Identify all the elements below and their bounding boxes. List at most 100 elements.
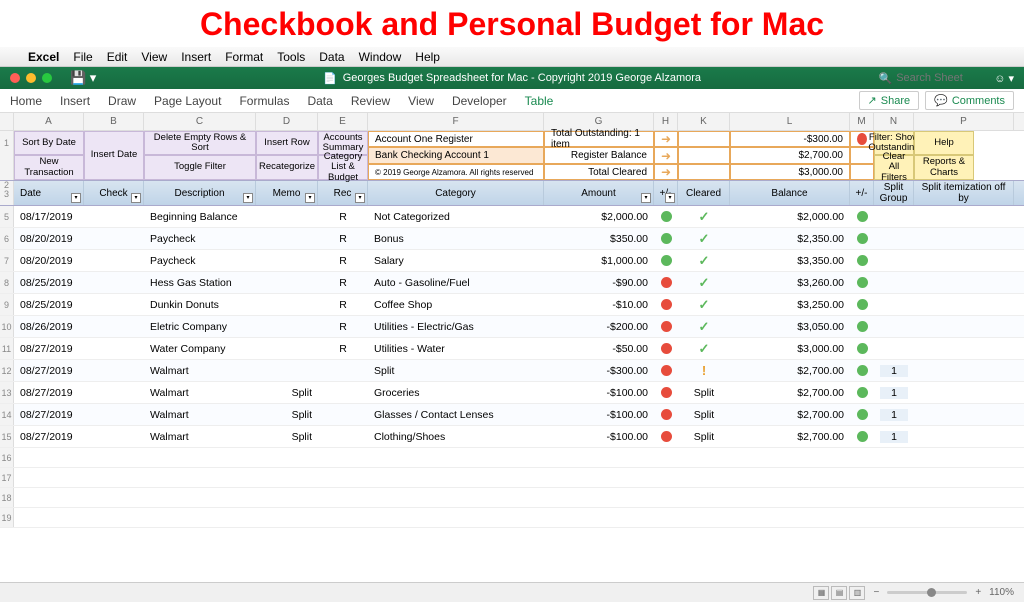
th-description[interactable]: Description▾ — [144, 181, 256, 205]
filter-icon[interactable]: ▾ — [355, 193, 365, 203]
maximize-window-button[interactable] — [42, 73, 52, 83]
cell-category[interactable]: Clothing/Shoes — [368, 426, 544, 447]
th-pm2[interactable]: +/- — [850, 181, 874, 205]
cell-split-item[interactable] — [914, 382, 1014, 403]
cell-split-item[interactable] — [914, 316, 1014, 337]
cell-category[interactable]: Split — [368, 360, 544, 381]
table-row[interactable]: 11 08/27/2019 Water Company R Utilities … — [0, 338, 1024, 360]
col-K[interactable]: K — [678, 113, 730, 130]
tab-page-layout[interactable]: Page Layout — [154, 94, 221, 108]
cell-description[interactable]: Walmart — [144, 382, 256, 403]
cell-check[interactable] — [84, 316, 144, 337]
cell-rec[interactable]: R — [318, 228, 368, 249]
cell-description[interactable]: Paycheck — [144, 228, 256, 249]
cell-description[interactable]: Walmart — [144, 426, 256, 447]
cell-amount[interactable]: -$90.00 — [544, 272, 654, 293]
cell-split-group[interactable] — [874, 338, 914, 359]
cell-category[interactable]: Not Categorized — [368, 206, 544, 227]
cell-date[interactable]: 08/26/2019 — [14, 316, 84, 337]
menu-edit[interactable]: Edit — [107, 50, 128, 64]
cell-description[interactable]: Walmart — [144, 404, 256, 425]
cell-rec[interactable]: R — [318, 316, 368, 337]
cell-amount[interactable]: $1,000.00 — [544, 250, 654, 271]
cell-category[interactable]: Coffee Shop — [368, 294, 544, 315]
page-break-view-icon[interactable]: ▥ — [849, 586, 865, 600]
cell-memo[interactable] — [256, 338, 318, 359]
cell-rec[interactable] — [318, 426, 368, 447]
cell-balance[interactable]: $3,260.00 — [730, 272, 850, 293]
filter-icon[interactable]: ▾ — [131, 193, 141, 203]
cell-balance[interactable]: $2,000.00 — [730, 206, 850, 227]
toggle-filter-button[interactable]: Toggle Filter — [144, 155, 256, 180]
tab-home[interactable]: Home — [10, 94, 42, 108]
cell-split-group[interactable] — [874, 250, 914, 271]
table-row[interactable]: 7 08/20/2019 Paycheck R Salary $1,000.00… — [0, 250, 1024, 272]
cell-split-item[interactable] — [914, 426, 1014, 447]
table-row[interactable]: 5 08/17/2019 Beginning Balance R Not Cat… — [0, 206, 1024, 228]
cell-memo[interactable] — [256, 272, 318, 293]
filter-icon[interactable]: ▾ — [641, 193, 651, 203]
cell-date[interactable]: 08/17/2019 — [14, 206, 84, 227]
cell-split-group[interactable] — [874, 206, 914, 227]
cell-balance[interactable]: $2,700.00 — [730, 360, 850, 381]
cell-rec[interactable]: R — [318, 272, 368, 293]
cell-memo[interactable]: Split — [256, 382, 318, 403]
cell-date[interactable]: 08/27/2019 — [14, 426, 84, 447]
empty-row[interactable]: 19 — [0, 508, 1024, 528]
cell-description[interactable]: Beginning Balance — [144, 206, 256, 227]
cell-date[interactable]: 08/20/2019 — [14, 250, 84, 271]
cell-balance[interactable]: $3,050.00 — [730, 316, 850, 337]
reports-charts-button[interactable]: Reports & Charts — [914, 155, 974, 180]
cell-description[interactable]: Hess Gas Station — [144, 272, 256, 293]
menu-tools[interactable]: Tools — [277, 50, 305, 64]
cell-rec[interactable]: R — [318, 294, 368, 315]
close-window-button[interactable] — [10, 73, 20, 83]
cell-category[interactable]: Utilities - Electric/Gas — [368, 316, 544, 337]
cell-balance[interactable]: $3,000.00 — [730, 338, 850, 359]
cell-split-item[interactable] — [914, 404, 1014, 425]
cell-split-group[interactable] — [874, 272, 914, 293]
th-amount[interactable]: Amount▾ — [544, 181, 654, 205]
cell-split-group[interactable]: 1 — [874, 360, 914, 381]
cell-cleared[interactable]: ✓ — [678, 206, 730, 227]
table-row[interactable]: 8 08/25/2019 Hess Gas Station R Auto - G… — [0, 272, 1024, 294]
cell-amount[interactable]: -$50.00 — [544, 338, 654, 359]
cell-memo[interactable] — [256, 250, 318, 271]
cell-rec[interactable] — [318, 360, 368, 381]
cell-check[interactable] — [84, 294, 144, 315]
cell-balance[interactable]: $3,250.00 — [730, 294, 850, 315]
col-D[interactable]: D — [256, 113, 318, 130]
empty-row[interactable]: 18 — [0, 488, 1024, 508]
cell-amount[interactable]: -$200.00 — [544, 316, 654, 337]
cell-date[interactable]: 08/20/2019 — [14, 228, 84, 249]
cell-check[interactable] — [84, 382, 144, 403]
empty-row[interactable]: 17 — [0, 468, 1024, 488]
cell-split-group[interactable]: 1 — [874, 426, 914, 447]
cell-date[interactable]: 08/25/2019 — [14, 272, 84, 293]
cell-cleared[interactable]: ✓ — [678, 250, 730, 271]
cell-rec[interactable] — [318, 404, 368, 425]
cell-category[interactable]: Utilities - Water — [368, 338, 544, 359]
col-A[interactable]: A — [14, 113, 84, 130]
cell-date[interactable]: 08/25/2019 — [14, 294, 84, 315]
save-icon[interactable]: 💾 ▾ — [70, 70, 96, 86]
table-row[interactable]: 14 08/27/2019 Walmart Split Glasses / Co… — [0, 404, 1024, 426]
cell-check[interactable] — [84, 360, 144, 381]
cell-description[interactable]: Dunkin Donuts — [144, 294, 256, 315]
cell-cleared[interactable]: ✓ — [678, 316, 730, 337]
th-split-group[interactable]: Split Group — [874, 181, 914, 205]
cell-memo[interactable] — [256, 360, 318, 381]
share-button[interactable]: ↗Share — [859, 91, 920, 110]
cell-amount[interactable]: -$100.00 — [544, 382, 654, 403]
cell-check[interactable] — [84, 250, 144, 271]
table-row[interactable]: 13 08/27/2019 Walmart Split Groceries -$… — [0, 382, 1024, 404]
cell-memo[interactable]: Split — [256, 426, 318, 447]
insert-date-button[interactable]: Insert Date — [84, 131, 144, 180]
cell-category[interactable]: Glasses / Contact Lenses — [368, 404, 544, 425]
cell-amount[interactable]: $2,000.00 — [544, 206, 654, 227]
cell-split-group[interactable] — [874, 316, 914, 337]
feedback-icon[interactable]: ☺ ▾ — [994, 72, 1014, 85]
cell-balance[interactable]: $2,700.00 — [730, 426, 850, 447]
cell-rec[interactable] — [318, 382, 368, 403]
zoom-level[interactable]: 110% — [989, 587, 1014, 598]
